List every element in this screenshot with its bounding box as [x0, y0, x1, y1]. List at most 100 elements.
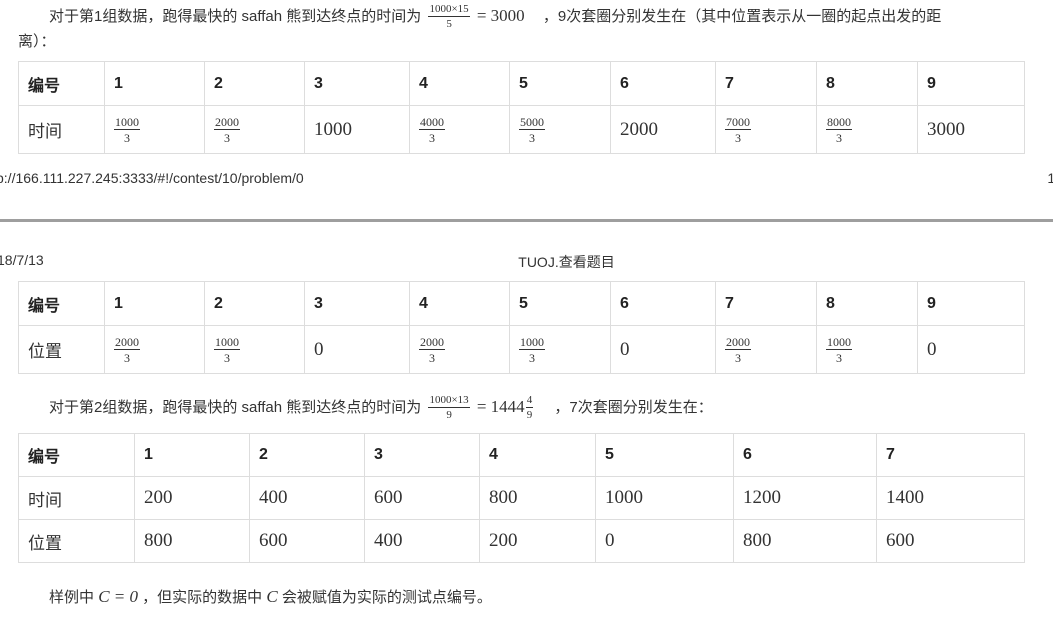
para2-mixed-num: 4 [525, 394, 534, 409]
column-header: 9 [917, 61, 1025, 106]
fraction-numerator: 2000 [725, 334, 751, 350]
fraction-denominator: 3 [836, 350, 842, 365]
table-cell: 1000 3 [104, 105, 205, 154]
print-title: TUOJ.查看题目 [518, 254, 615, 270]
column-header: 6 [733, 433, 877, 477]
table-row: 位置 800 600 400 200 0 800 600 [18, 519, 1025, 563]
fraction-numerator: 2000 [419, 334, 445, 350]
cell-fraction: 2000 3 [114, 336, 140, 364]
para3-suffix: 会被赋值为实际的测试点编号。 [281, 589, 492, 606]
para2-frac-den: 9 [446, 409, 452, 422]
cell-fraction: 4000 3 [419, 116, 445, 144]
fraction-denominator: 3 [735, 130, 741, 145]
row-label: 位置 [18, 325, 105, 374]
table-header-row: 编号 1 2 3 4 5 6 7 8 9 [18, 281, 1025, 326]
column-header-id: 编号 [18, 61, 105, 106]
para1-frac-den: 5 [446, 18, 452, 31]
paragraph-group2-intro: 对于第2组数据，跑得最快的 saffah 熊到达终点的时间为 1000×13 9 … [18, 395, 1028, 421]
fraction-denominator: 3 [124, 130, 130, 145]
table-row: 位置 2000 3 1000 3 0 2000 3 1000 3 0 2000 3 1000 3 0 [18, 325, 1025, 374]
fraction-denominator: 3 [429, 130, 435, 145]
table-cell: 2000 3 [715, 325, 817, 374]
para2-mixed-fraction: 49 [525, 394, 534, 421]
table-cell: 2000 3 [204, 105, 305, 154]
column-header: 2 [204, 281, 305, 326]
column-header: 8 [816, 281, 918, 326]
fraction-numerator: 8000 [826, 114, 852, 130]
table-cell: 1400 [876, 476, 1025, 520]
fraction-denominator: 3 [529, 130, 535, 145]
table-cell: 0 [304, 325, 410, 374]
fraction-numerator: 7000 [725, 114, 751, 130]
fraction-denominator: 3 [836, 130, 842, 145]
cell-fraction: 5000 3 [519, 116, 545, 144]
print-footer: p://166.111.227.245:3333/#!/contest/10/p… [0, 170, 1053, 190]
table-cell: 2000 [610, 105, 716, 154]
paragraph-group1-intro: 对于第1组数据，跑得最快的 saffah 熊到达终点的时间为 1000×15 5 … [18, 4, 1028, 30]
table-cell: 0 [595, 519, 734, 563]
fraction-denominator: 3 [529, 350, 535, 365]
table-group1-times: 编号 1 2 3 4 5 6 7 8 9 时间 1000 3 2000 3 1000 4000 3 5000 3 20… [18, 61, 1025, 154]
table-cell: 400 [364, 519, 480, 563]
column-header: 5 [595, 433, 734, 477]
column-header: 2 [204, 61, 305, 106]
paragraph-group1-line2: 离）： [18, 30, 56, 54]
column-header: 4 [409, 61, 510, 106]
fraction-denominator: 3 [224, 350, 230, 365]
para3-math2: C [266, 587, 278, 606]
page-break-divider [0, 219, 1053, 222]
fraction-numerator: 5000 [519, 114, 545, 130]
cell-fraction: 1000 3 [519, 336, 545, 364]
table-cell: 2000 3 [409, 325, 510, 374]
fraction-denominator: 3 [124, 350, 130, 365]
para2-equation: = 1444 [476, 397, 525, 416]
column-header: 8 [816, 61, 918, 106]
column-header: 1 [134, 433, 250, 477]
table-cell: 800 [479, 476, 596, 520]
para1-frac-num: 1000×15 [428, 3, 470, 18]
table-cell: 0 [917, 325, 1025, 374]
column-header: 9 [917, 281, 1025, 326]
table-cell: 1000 3 [509, 325, 611, 374]
column-header: 4 [409, 281, 510, 326]
cell-fraction: 1000 3 [114, 116, 140, 144]
column-header: 1 [104, 281, 205, 326]
column-header: 6 [610, 61, 716, 106]
table-cell: 7000 3 [715, 105, 817, 154]
para2-prefix: 对于第2组数据，跑得最快的 saffah 熊到达终点的时间为 [49, 399, 422, 416]
fraction-numerator: 1000 [519, 334, 545, 350]
row-label: 时间 [18, 476, 135, 520]
table-cell: 5000 3 [509, 105, 611, 154]
table-row: 时间 1000 3 2000 3 1000 4000 3 5000 3 2000 7000 3 8000 3… [18, 105, 1025, 154]
column-header: 7 [876, 433, 1025, 477]
table-cell: 200 [134, 476, 250, 520]
para2-suffix: ，7次套圈分别发生在： [554, 399, 713, 416]
column-header: 3 [364, 433, 480, 477]
para3-math1: C = 0 [98, 587, 138, 606]
para1-fraction: 1000×15 5 [428, 3, 470, 31]
table-cell: 600 [364, 476, 480, 520]
column-header: 3 [304, 61, 410, 106]
table-cell: 3000 [917, 105, 1025, 154]
fraction-denominator: 3 [224, 130, 230, 145]
para1-prefix: 对于第1组数据，跑得最快的 saffah 熊到达终点的时间为 [49, 8, 422, 25]
column-header-id: 编号 [18, 433, 135, 477]
table-cell: 4000 3 [409, 105, 510, 154]
fraction-numerator: 2000 [214, 114, 240, 130]
table-cell: 400 [249, 476, 365, 520]
fraction-denominator: 3 [735, 350, 741, 365]
para1-equation: = 3000 [476, 6, 525, 25]
table-cell: 200 [479, 519, 596, 563]
fraction-numerator: 4000 [419, 114, 445, 130]
column-header-id: 编号 [18, 281, 105, 326]
row-label: 位置 [18, 519, 135, 563]
table-cell: 1000 3 [204, 325, 305, 374]
table-cell: 1000 [304, 105, 410, 154]
table-cell: 1000 3 [816, 325, 918, 374]
fraction-numerator: 2000 [114, 334, 140, 350]
row-label: 时间 [18, 105, 105, 154]
cell-fraction: 2000 3 [419, 336, 445, 364]
fraction-numerator: 1000 [114, 114, 140, 130]
column-header: 3 [304, 281, 410, 326]
cell-fraction: 8000 3 [826, 116, 852, 144]
